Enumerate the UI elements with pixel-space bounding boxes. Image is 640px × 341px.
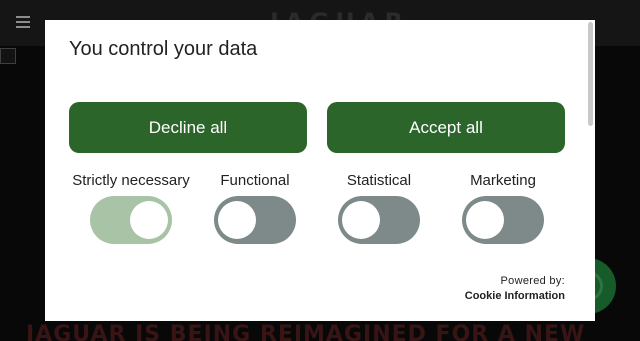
powered-by-label: Powered by: [500,275,565,287]
toggle-label: Strictly necessary [72,172,190,189]
functional-switch[interactable] [214,196,296,244]
toggle-strictly-necessary: Strictly necessary [69,171,193,244]
powered-by: Powered by: Cookie Information [465,275,565,302]
modal-scrollbar[interactable] [585,20,595,321]
switch-knob [130,201,168,239]
marketing-switch[interactable] [462,196,544,244]
toggle-label: Statistical [346,172,412,189]
strictly-necessary-switch[interactable] [90,196,172,244]
provider-link[interactable]: Cookie Information [465,290,565,302]
toggle-label: Marketing [470,172,536,189]
toggle-label: Functional [220,172,290,189]
modal-title: You control your data [69,38,258,60]
switch-knob [342,201,380,239]
statistical-switch[interactable] [338,196,420,244]
switch-knob [218,201,256,239]
toggle-functional: Functional [193,171,317,244]
cookie-consent-modal: You control your data Decline all Accept… [45,20,595,321]
toggle-marketing: Marketing [441,171,565,244]
toggle-statistical: Statistical [317,171,441,244]
switch-knob [466,201,504,239]
scroll-thumb[interactable] [588,22,593,126]
accept-all-button[interactable]: Accept all [327,102,565,153]
decline-all-button[interactable]: Decline all [69,102,307,153]
